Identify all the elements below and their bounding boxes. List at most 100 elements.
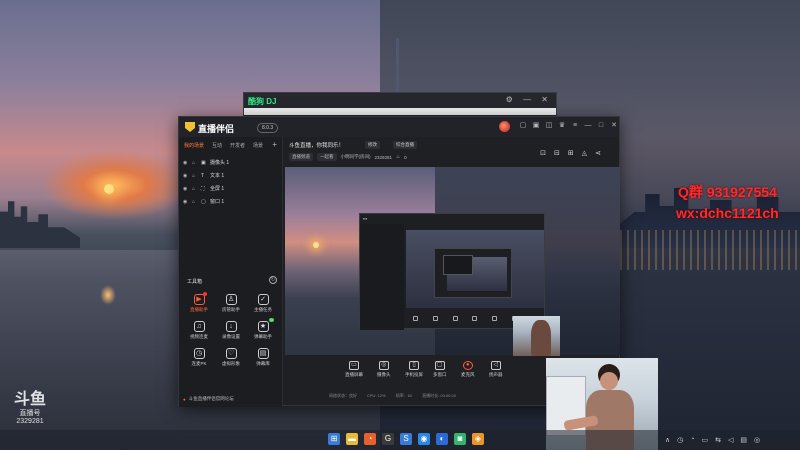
taskbar-app-icon[interactable]: ◙ — [454, 433, 466, 445]
tool-label: 录像设置 — [222, 334, 240, 339]
tray-icon[interactable]: ◎ — [754, 436, 760, 444]
close-icon[interactable]: ✕ — [610, 122, 618, 130]
lock-icon[interactable]: ⌂ — [192, 160, 198, 166]
footer-link[interactable]: 斗鱼直播伴侣官网论坛 — [189, 396, 234, 402]
tab-interact[interactable]: 互动 — [212, 142, 222, 149]
window-icon: ▢ — [434, 361, 445, 370]
tool-avatar[interactable]: ♡ 虚拟形象 — [215, 348, 247, 367]
cpu-status: CPU: 12% — [367, 393, 386, 398]
message-icon[interactable]: ▢ — [519, 122, 527, 130]
tool-host-tasks[interactable]: ✓ 主播任务 — [247, 294, 279, 313]
tray-icon[interactable]: ⇆ — [715, 436, 721, 444]
tool-danmaku-assistant[interactable]: ★ N 弹幕助手 — [247, 318, 279, 340]
source-item[interactable]: ◉ ⌂ T 文本 1 — [183, 169, 279, 182]
taskbar-app-icon[interactable]: ◉ — [418, 433, 430, 445]
crown-icon[interactable]: ♛ — [558, 122, 566, 130]
bell-icon[interactable]: ◬ — [582, 149, 587, 157]
dj-window-controls[interactable]: ⚙ — ✕ — [506, 95, 552, 104]
tool-room-manager[interactable]: ♙ 房管助手 — [215, 294, 247, 313]
taskbar-app-icon[interactable]: ◈ — [472, 433, 484, 445]
network-status: 网络状态：良好 — [329, 393, 357, 398]
tool-recording[interactable]: ↓ 录像设置 — [215, 321, 247, 340]
camera-icon: ◎ — [378, 361, 389, 370]
room-id: 2329281 — [374, 154, 393, 160]
flame-icon: ● — [183, 396, 186, 402]
eye-icon[interactable]: ◉ — [183, 186, 189, 192]
tool-danmaku-library[interactable]: ▤ 弹幕库 — [247, 348, 279, 367]
button-label: 手机投屏 — [405, 372, 423, 377]
lock-icon[interactable]: ⌂ — [192, 186, 198, 192]
channel-chip[interactable]: 直播频道 — [289, 153, 313, 161]
add-source-icon[interactable]: + — [272, 140, 277, 149]
pk-icon: ◷ — [193, 348, 205, 359]
tray-icon[interactable]: ◁ — [728, 436, 733, 444]
button-label: 多窗口 — [433, 372, 447, 377]
tray-icon[interactable]: ▤ — [740, 436, 747, 444]
source-list: ◉ ⌂ ▣ 摄像头 1 ◉ ⌂ T 文本 1 ◉ ⌂ ⛶ 全屏 1 ◉ ⌂ ▢ — [183, 156, 279, 208]
tray-icon[interactable]: ∧ — [665, 436, 670, 444]
taskbar-app-icon[interactable]: ⊞ — [328, 433, 340, 445]
tray-icon[interactable]: ◔ — [690, 436, 694, 444]
tool-label: 弹幕库 — [256, 361, 270, 366]
gift-icon[interactable]: ◫ — [545, 122, 553, 130]
share-icon[interactable]: ⋖ — [595, 149, 601, 157]
lock-icon[interactable]: ⊟ — [554, 149, 560, 157]
taskbar-app-icon[interactable]: ▬ — [346, 433, 358, 445]
source-item[interactable]: ◉ ⌂ ⛶ 全屏 1 — [183, 182, 279, 195]
fps-status: 帧率：60 — [395, 393, 413, 398]
source-label: 摄像头 1 — [210, 160, 230, 166]
titlebar-icons: ▢ ▣ ◫ ♛ ≡ — □ ✕ — [519, 122, 618, 130]
edit-title-button[interactable]: 修改 — [365, 141, 380, 149]
source-label: 全屏 1 — [210, 186, 225, 192]
taskbar-app-icon[interactable]: ◔ — [364, 433, 376, 445]
phone-cast-button[interactable]: ▯ 手机投屏 — [405, 361, 423, 378]
screen-capture-button[interactable]: ▭ 直播屏幕 — [345, 361, 363, 378]
unlock-icon[interactable]: ⊡ — [540, 149, 546, 157]
tool-live-assistant[interactable]: ▶ 直播助手 — [183, 292, 215, 313]
tray-icon[interactable]: ▭ — [701, 436, 708, 444]
menu-icon[interactable]: ≡ — [571, 122, 579, 130]
source-item[interactable]: ◉ ⌂ ▢ 窗口 1 — [183, 195, 279, 208]
webcam-face — [600, 372, 618, 390]
multi-window-button[interactable]: ▢ 多窗口 — [433, 361, 447, 378]
tool-label: 虚拟形象 — [222, 361, 240, 366]
taskbar-app-icon[interactable]: S — [400, 433, 412, 445]
lock-icon[interactable]: ⌂ — [192, 173, 198, 179]
microphone-button[interactable]: ● 麦克风 — [461, 361, 475, 378]
speaker-button[interactable]: ◁ 扬声器 — [489, 361, 503, 378]
refresh-icon[interactable]: ↻ — [269, 276, 277, 284]
chat-icon[interactable]: ▣ — [532, 122, 540, 130]
sidebar-footer[interactable]: ● 斗鱼直播伴侣官网论坛 — [183, 396, 234, 402]
tool-video-link[interactable]: ♫ 视频连麦 — [183, 321, 215, 340]
heart-icon: ♡ — [225, 348, 237, 359]
user-avatar[interactable] — [499, 121, 510, 132]
taskbar-app-icon[interactable]: G — [382, 433, 394, 445]
tab-developer[interactable]: 开发者 — [230, 142, 245, 149]
eye-icon[interactable]: ◉ — [183, 160, 189, 166]
taskbar-icons: ⊞ ▬ ◔ G S ◉ ◐ ◙ ◈ — [328, 433, 484, 445]
tray-icon[interactable]: ◷ — [677, 436, 683, 444]
taskbar-app-icon[interactable]: ◐ — [436, 433, 448, 445]
camera-source-icon: ▣ — [201, 159, 206, 166]
tab-my-scenes[interactable]: 我的场景 — [184, 142, 204, 149]
layout-icon[interactable]: ⊞ — [568, 149, 574, 157]
camera-button[interactable]: ◎ 摄像头 — [377, 361, 391, 378]
lock-icon[interactable]: ⌂ — [192, 199, 198, 205]
watch-together-chip[interactable]: 一起看 — [317, 153, 337, 161]
source-item[interactable]: ◉ ⌂ ▣ 摄像头 1 — [183, 156, 279, 169]
version-badge[interactable]: 8.0.3 — [257, 123, 279, 133]
tab-scene[interactable]: 场景 — [253, 142, 263, 149]
minimize-icon[interactable]: — — [584, 122, 592, 130]
maximize-icon[interactable]: □ — [597, 122, 605, 130]
eye-icon[interactable]: ◉ — [183, 173, 189, 179]
stream-preview[interactable]: ▪▪▪ — [285, 167, 620, 355]
duration-status: 直播时长: 00:00:00 — [422, 393, 456, 398]
room-manager-icon: ♙ — [225, 294, 237, 305]
tool-pk[interactable]: ◷ 连麦PK — [183, 348, 215, 367]
eye-icon[interactable]: ◉ — [183, 199, 189, 205]
category-tag[interactable]: 综合直播 — [393, 141, 417, 149]
tool-label: 弹幕助手 — [254, 334, 272, 339]
microphone-icon: ● — [462, 361, 473, 370]
phone-icon: ▯ — [409, 361, 419, 370]
room-info: 斗鱼直播，你我同乐！ 修改 综合直播 直播频道 一起看 小明同学(房间) 232… — [289, 141, 619, 167]
